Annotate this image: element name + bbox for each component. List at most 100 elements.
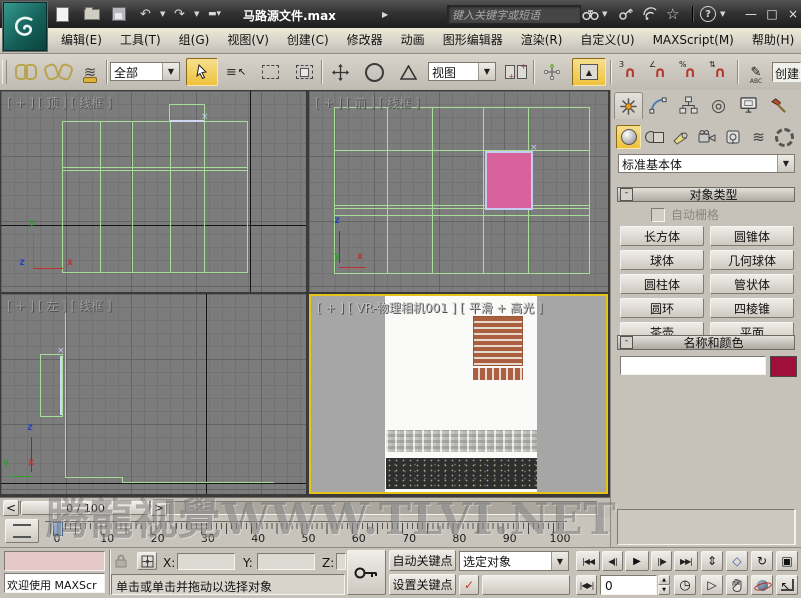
viewport-front-label[interactable]: [ + ] [ 前 ] [ 线框 ]: [315, 94, 420, 111]
tab-motion[interactable]: ◎: [704, 92, 733, 119]
angle-snap-icon[interactable]: ∠∩: [646, 58, 674, 86]
reference-coordinate-dropdown[interactable]: 视图▼: [428, 62, 496, 81]
redo-icon[interactable]: ↷: [174, 5, 185, 23]
search-input[interactable]: 键入关键字或短语: [447, 5, 581, 24]
quick-access-options-icon[interactable]: ▬▾: [208, 5, 221, 23]
object-type-button-1[interactable]: 圆锥体: [710, 226, 794, 246]
undo-icon[interactable]: ↶: [140, 5, 151, 23]
dolly-camera-icon[interactable]: ⇕: [701, 551, 723, 571]
selected-plane-object[interactable]: [485, 151, 533, 210]
selection-filter-dropdown[interactable]: 全部▼: [110, 62, 180, 81]
x-coordinate-field[interactable]: [177, 553, 235, 570]
time-slider-handle[interactable]: 0 / 100: [21, 501, 150, 515]
category-cameras-icon[interactable]: [694, 125, 719, 149]
menu-item-5[interactable]: 修改器: [338, 28, 392, 53]
spinner-snap-icon[interactable]: ⇅∩: [706, 58, 734, 86]
redo-dropdown-icon[interactable]: ▼: [194, 5, 199, 23]
time-configuration-icon[interactable]: ◷: [674, 575, 696, 595]
object-type-button-7[interactable]: 四棱锥: [710, 298, 794, 318]
go-to-end-button[interactable]: ▶▶|: [674, 551, 698, 571]
favorites-star-icon[interactable]: ☆: [666, 5, 679, 23]
selection-lock-icon[interactable]: [114, 554, 128, 568]
menu-item-4[interactable]: 创建(C): [278, 28, 338, 53]
auto-key-button[interactable]: 自动关键点: [389, 550, 456, 571]
menu-item-10[interactable]: MAXScript(M): [644, 28, 743, 53]
dropdown-arrow-icon[interactable]: ▼: [162, 63, 179, 80]
select-and-manipulate-icon[interactable]: [538, 58, 566, 86]
menu-item-0[interactable]: 编辑(E): [52, 28, 111, 53]
viewport-top[interactable]: [ + ] [ 顶 ] [ 线框 ] × y x z: [1, 91, 306, 292]
dropdown-arrow-icon[interactable]: ▼: [551, 552, 568, 570]
edit-named-selection-sets-icon[interactable]: ✎ABC: [742, 58, 770, 86]
application-menu-button[interactable]: [3, 2, 47, 51]
menu-item-1[interactable]: 工具(T): [111, 28, 170, 53]
menu-item-8[interactable]: 渲染(R): [512, 28, 572, 53]
help-icon[interactable]: ?: [700, 5, 716, 23]
category-lights-icon[interactable]: [668, 125, 693, 149]
menu-item-6[interactable]: 动画: [392, 28, 434, 53]
select-and-rotate-icon[interactable]: [360, 58, 388, 86]
menu-item-2[interactable]: 组(G): [170, 28, 219, 53]
help-dropdown-icon[interactable]: ▼: [720, 5, 725, 23]
communication-center-icon[interactable]: [642, 5, 658, 23]
key-filters-button[interactable]: [482, 575, 570, 595]
rollout-object-type[interactable]: - 对象类型: [617, 187, 795, 202]
select-object-button[interactable]: [186, 58, 218, 86]
key-filter-scope-dropdown[interactable]: 选定对象▼: [459, 551, 569, 571]
dropdown-arrow-icon[interactable]: ▼: [478, 63, 495, 80]
collapse-icon[interactable]: -: [620, 336, 633, 349]
orbit-camera-icon[interactable]: [751, 575, 773, 595]
viewport-camera[interactable]: [ + ] [ VR-物理相机001 ] [ 平滑 + 高光 ]: [309, 294, 608, 494]
save-file-icon[interactable]: [112, 5, 126, 23]
maxscript-macro-recorder-field[interactable]: [4, 551, 105, 571]
window-crossing-toggle-icon[interactable]: [290, 58, 318, 86]
previous-frame-button[interactable]: <: [3, 500, 19, 516]
field-of-view-icon[interactable]: ▷: [701, 575, 723, 595]
named-selection-set-field[interactable]: 创建选: [772, 62, 801, 82]
object-type-button-2[interactable]: 球体: [620, 250, 704, 270]
toolbar-grip[interactable]: [2, 60, 7, 84]
previous-frame-playback-button[interactable]: ◀||: [602, 551, 623, 571]
sign-in-key-icon[interactable]: [618, 5, 634, 23]
percent-snap-icon[interactable]: %∩: [676, 58, 704, 86]
viewport-top-label[interactable]: [ + ] [ 顶 ] [ 线框 ]: [7, 94, 112, 111]
select-by-name-icon[interactable]: ≡↖: [222, 58, 250, 86]
spinner-down-icon[interactable]: ▼: [658, 585, 670, 595]
subcategory-dropdown[interactable]: 标准基本体▼: [618, 154, 795, 173]
tab-utilities[interactable]: [764, 92, 793, 119]
current-frame-field[interactable]: 0: [600, 575, 657, 595]
collapse-icon[interactable]: -: [620, 188, 633, 201]
zoom-extents-all-icon[interactable]: ▣: [776, 551, 798, 571]
search-dropdown-icon[interactable]: ▼: [602, 5, 607, 23]
tab-modify[interactable]: [644, 92, 673, 119]
menu-item-3[interactable]: 视图(V): [218, 28, 278, 53]
y-coordinate-field[interactable]: [257, 553, 315, 570]
keyboard-shortcut-override-button[interactable]: ▲: [572, 58, 606, 86]
key-mode-toggle-button[interactable]: |◀▶|: [576, 575, 597, 595]
close-button[interactable]: ×: [784, 6, 801, 22]
category-geometry-icon[interactable]: [616, 125, 641, 149]
object-type-button-0[interactable]: 长方体: [620, 226, 704, 246]
viewport-left[interactable]: [ + ] [ 左 ] [ 线框 ] × z y x: [1, 294, 306, 494]
go-to-start-button[interactable]: |◀◀: [576, 551, 600, 571]
maxscript-listener-field[interactable]: 欢迎使用 MAXScr: [4, 573, 105, 593]
undo-dropdown-icon[interactable]: ▼: [160, 5, 165, 23]
object-name-field[interactable]: [620, 356, 766, 375]
dropdown-arrow-icon[interactable]: ▼: [777, 155, 794, 172]
viewport-front[interactable]: [ + ] [ 前 ] [ 线框 ] × z y x: [309, 91, 608, 292]
object-type-button-6[interactable]: 圆环: [620, 298, 704, 318]
object-type-button-5[interactable]: 管状体: [710, 274, 794, 294]
object-type-button-4[interactable]: 圆柱体: [620, 274, 704, 294]
perspective-icon[interactable]: ◇: [726, 551, 748, 571]
category-helpers-icon[interactable]: [720, 125, 745, 149]
search-binoculars-icon[interactable]: [582, 5, 599, 23]
menu-item-11[interactable]: 帮助(H): [743, 28, 801, 53]
unlink-selection-icon[interactable]: [44, 58, 72, 86]
menu-item-7[interactable]: 图形编辑器: [434, 28, 512, 53]
snap-toggle-3d-icon[interactable]: 3∩: [616, 58, 644, 86]
rectangular-selection-region-icon[interactable]: [256, 58, 284, 86]
z-coordinate-field[interactable]: [336, 553, 346, 570]
tab-hierarchy[interactable]: [674, 92, 703, 119]
open-mini-curve-editor-button[interactable]: [5, 519, 39, 543]
category-shapes-icon[interactable]: [642, 125, 667, 149]
